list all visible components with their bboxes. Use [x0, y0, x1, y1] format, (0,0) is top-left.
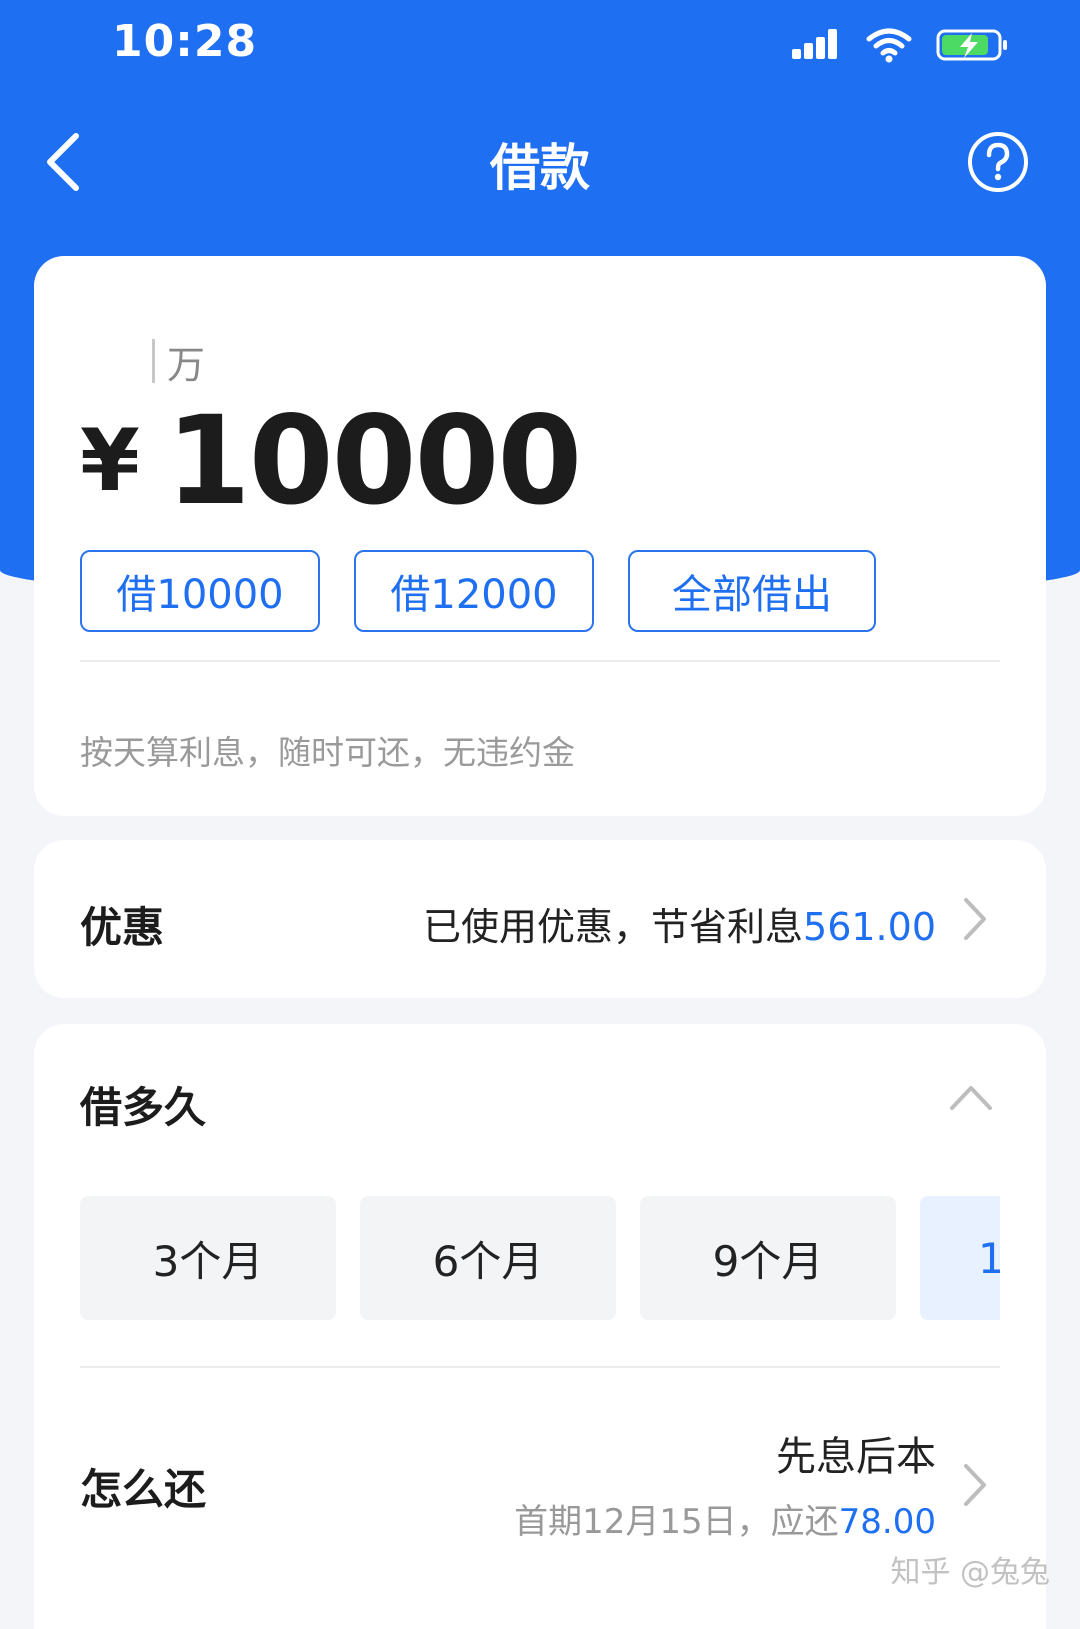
term-options: 3个月 6个月 9个月 1 [80, 1196, 1000, 1320]
quick-amount-12000-button[interactable]: 借12000 [354, 550, 594, 632]
term-option-9-months[interactable]: 9个月 [640, 1196, 896, 1320]
divider [80, 660, 1000, 662]
quick-amount-options: 借10000 借12000 全部借出 [80, 550, 876, 632]
term-option-6-months[interactable]: 6个月 [360, 1196, 616, 1320]
amount-input[interactable]: ¥ 10000 [80, 390, 582, 532]
term-option-12-months[interactable]: 1 [920, 1196, 1000, 1320]
discount-label: 优惠 [80, 903, 165, 952]
currency-symbol: ¥ [80, 411, 140, 511]
chevron-right-icon[interactable] [960, 1462, 990, 1508]
term-card: 借多久 3个月 6个月 9个月 1 怎么还 先息后本 首期12月15日，应还78… [34, 1024, 1046, 1629]
discount-text: 已使用优惠，节省利息 [423, 905, 804, 949]
wifi-icon [866, 28, 912, 63]
amount-unit-row: 万 [152, 336, 206, 387]
interest-hint: 按天算利息，随时可还，无违约金 [80, 733, 575, 772]
quick-amount-10000-button[interactable]: 借10000 [80, 550, 320, 632]
discount-amount: 561.00 [803, 905, 936, 949]
battery-charging-icon [936, 29, 1007, 61]
input-caret [152, 339, 155, 383]
status-bar: 10:28 [0, 0, 1080, 90]
help-icon[interactable] [966, 130, 1030, 194]
page-title: 借款 [490, 139, 590, 197]
status-time: 10:28 [112, 16, 258, 67]
loan-screen: 10:28 借款 万 ¥ 10000 借10000 借12000 全部借出 按天… [0, 0, 1080, 1629]
watermark: 知乎 @兔兔 [890, 1555, 1050, 1590]
repayment-label: 怎么还 [80, 1465, 207, 1514]
chevron-up-icon[interactable] [948, 1082, 994, 1112]
signal-icon [792, 29, 837, 59]
discount-row[interactable]: 优惠 已使用优惠，节省利息561.00 [34, 840, 1046, 998]
amount-card: 万 ¥ 10000 借10000 借12000 全部借出 按天算利息，随时可还，… [34, 256, 1046, 816]
borrow-all-button[interactable]: 全部借出 [628, 550, 876, 632]
term-option-3-months[interactable]: 3个月 [80, 1196, 336, 1320]
chevron-right-icon [964, 898, 986, 940]
term-label: 借多久 [80, 1083, 207, 1132]
discount-summary: 已使用优惠，节省利息561.00 [423, 896, 936, 951]
repayment-first-period: 首期12月15日，应还78.00 [514, 1494, 936, 1543]
divider [80, 1366, 1000, 1368]
amount-value: 10000 [165, 390, 582, 532]
status-icons [790, 22, 1010, 68]
first-period-amount: 78.00 [838, 1502, 936, 1542]
amount-unit-label: 万 [167, 342, 206, 387]
repayment-method: 先息后本 [776, 1434, 936, 1480]
first-period-text: 首期12月15日，应还 [514, 1502, 839, 1542]
